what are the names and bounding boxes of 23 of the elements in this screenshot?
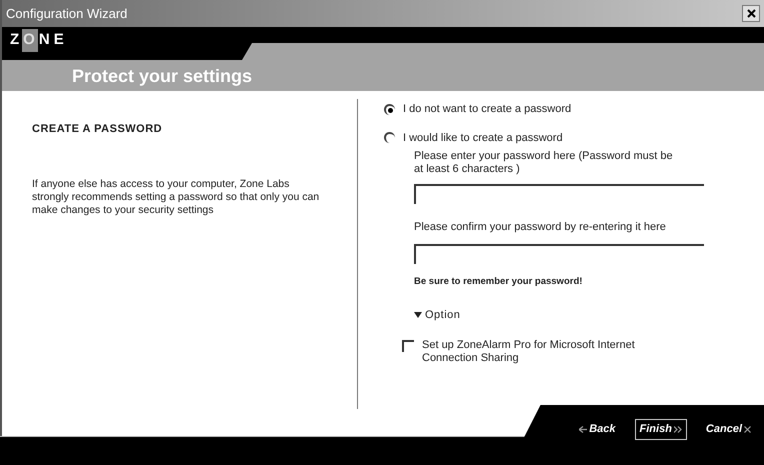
triangle-icon [414,311,422,319]
option-toggle[interactable]: Option [414,306,460,324]
back-button[interactable]: Back [574,419,621,440]
double-chevron-icon [674,426,682,433]
confirm-prompt: Please confirm your password by re-entering it here [414,220,667,235]
cancel-button[interactable]: Cancel [700,419,756,440]
checkbox-label: Set up ZoneAlarm Pro for Microsoft Internet Connection Sharing [422,339,636,366]
close-button[interactable] [742,5,760,22]
radio-label: I do not want to create a password [403,102,572,117]
reminder-text: Be sure to remember your password! [414,274,584,288]
radio-label: I would like to create a password [403,130,563,146]
close-icon [746,9,756,18]
page-title: Protect your settings [72,65,252,88]
finish-button[interactable]: Finish [634,419,687,440]
section-heading: CREATE A PASSWORD [32,122,164,137]
back-arrow-icon [579,426,588,433]
radio-button[interactable] [384,104,395,115]
password-prompt: Please enter your password here (Password must be at least 6 characters ) [414,150,674,176]
password-field[interactable] [414,184,704,204]
close-icon [744,426,751,433]
description-text: If anyone else has access to your computer, Zone Labs strongly recommends setting a password so that only you can make changes to your security settings [32,178,320,216]
confirm-password-field[interactable] [414,244,704,264]
window-title: Configuration Wizard [6,4,128,23]
